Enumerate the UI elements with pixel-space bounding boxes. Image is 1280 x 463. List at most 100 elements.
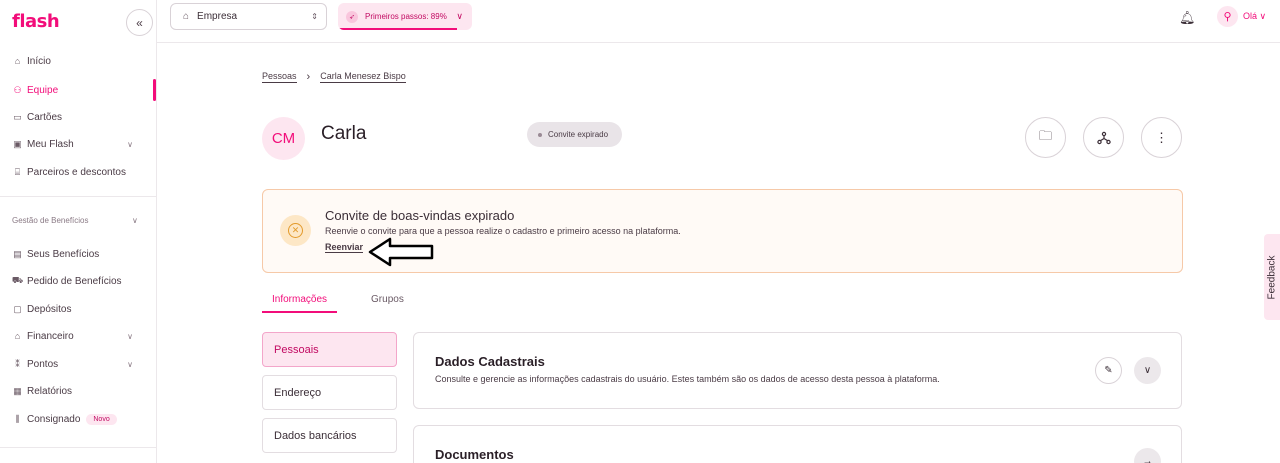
folder-button[interactable]: 🗀 (1025, 117, 1066, 158)
card-title: Dados Cadastrais (435, 354, 545, 369)
sidebar-item-seus-beneficios[interactable]: ▤ Seus Benefícios (0, 243, 157, 265)
sidebar-item-label: Pedido de Benefícios (27, 275, 122, 287)
sidebar-item-label: Financeiro (27, 330, 74, 342)
sidebar-item-pontos[interactable]: ⁑ Pontos ∨ (0, 353, 157, 375)
sidebar-item-pedido-beneficios[interactable]: ⛟ Pedido de Benefícios (0, 270, 157, 292)
sidebar-item-inicio[interactable]: ⌂ Início (0, 50, 157, 72)
dados-cadastrais-card: Dados Cadastrais Consulte e gerencie as … (413, 332, 1182, 409)
sidebar-item-cartoes[interactable]: ▭ Cartões (0, 106, 157, 128)
first-steps-label: Primeiros passos: 89% (365, 12, 447, 21)
sidebar-item-relatorios[interactable]: ▦ Relatórios (0, 380, 157, 402)
hierarchy-icon (1096, 131, 1111, 144)
chevron-down-icon[interactable]: ∨ (132, 216, 138, 225)
chevron-down-icon: ∨ (127, 139, 133, 149)
sidebar-item-label: Parceiros e descontos (27, 166, 126, 178)
rocket-icon: ➶ (346, 10, 358, 23)
arrow-right-icon: → (1142, 456, 1153, 463)
alert-description: Reenvie o convite para que a pessoa real… (325, 226, 681, 236)
more-options-button[interactable]: ⋮ (1141, 117, 1182, 158)
avatar: CM (262, 117, 305, 160)
bell-icon[interactable]: 🔔︎ (1179, 10, 1196, 26)
new-badge: Novo (86, 413, 117, 425)
chevron-down-icon: ∨ (1143, 365, 1152, 376)
sidebar-item-parceiros[interactable]: ⌸ Parceiros e descontos (0, 161, 157, 183)
user-greeting: Olá (1243, 11, 1258, 21)
people-icon: ⚇ (13, 84, 22, 95)
card-description: Consulte e gerencie as informações cadas… (435, 374, 940, 384)
sidebar-item-label: Depósitos (27, 303, 72, 315)
chevron-down-icon: ∨ (127, 359, 133, 369)
expand-button[interactable]: ∨ (1134, 357, 1161, 384)
points-icon: ⁑ (15, 358, 20, 369)
card-icon: ▭ (13, 111, 22, 122)
resend-invite-link[interactable]: Reenviar (325, 242, 364, 253)
sidebar-item-depositos[interactable]: ▢ Depósitos (0, 298, 157, 320)
first-steps-button[interactable]: ➶ Primeiros passos: 89% ∨ (338, 3, 472, 30)
documentos-card: Documentos → (413, 425, 1182, 463)
updown-icon: ⇕ (311, 12, 318, 21)
sidebar-item-label: Consignado (27, 413, 81, 425)
sidebar-item-consignado[interactable]: ⫼ Consignado Novo (0, 408, 157, 430)
menu-item-endereco[interactable]: Endereço (262, 375, 397, 410)
sidebar-item-meu-flash[interactable]: ▣ Meu Flash ∨ (0, 133, 157, 155)
status-badge: Convite expirado (527, 122, 622, 147)
sidebar-divider (0, 447, 157, 448)
menu-item-pessoais[interactable]: Pessoais (262, 332, 397, 367)
status-dot (538, 132, 542, 137)
status-label: Convite expirado (548, 130, 609, 139)
open-documents-button[interactable]: → (1134, 448, 1161, 463)
pencil-icon: ✎ (1104, 365, 1113, 376)
breadcrumb: Pessoas › Carla Menesez Bispo (262, 71, 406, 83)
alert-title: Convite de boas-vindas expirado (325, 208, 515, 223)
bank-icon: ⌂ (14, 331, 21, 341)
breadcrumb-root[interactable]: Pessoas (262, 71, 297, 83)
chevron-down-icon: ∨ (127, 331, 133, 341)
sidebar-item-label: Cartões (27, 111, 63, 123)
user-avatar[interactable]: ⚲ (1217, 6, 1238, 27)
sidebar: flash « ⌂ Início ⚇ Equipe ▭ Cartões ▣ Me… (0, 0, 157, 463)
collapse-sidebar-button[interactable]: « (126, 9, 153, 36)
sidebar-item-label: Início (27, 55, 51, 67)
flash-logo[interactable]: flash (12, 11, 60, 32)
edit-button[interactable]: ✎ (1095, 357, 1122, 384)
sidebar-item-label: Seus Benefícios (27, 248, 100, 260)
tabs: Informações Grupos (262, 294, 438, 314)
user-menu[interactable]: Olá ∨ (1243, 11, 1266, 22)
store-icon: ⌸ (14, 166, 21, 177)
chevron-down-icon: ∨ (456, 11, 463, 21)
building-icon: ⌂ (183, 11, 190, 22)
feedback-label: Feedback (1266, 255, 1278, 299)
tab-grupos[interactable]: Grupos (361, 294, 414, 313)
sidebar-item-financeiro[interactable]: ⌂ Financeiro ∨ (0, 325, 157, 347)
menu-item-dados-bancarios[interactable]: Dados bancários (262, 418, 397, 453)
warning-circle-icon: ✕ (280, 215, 311, 246)
topbar: ⌂ Empresa ⇕ ➶ Primeiros passos: 89% ∨ 🔔︎… (157, 0, 1280, 43)
card-title: Documentos (435, 447, 514, 462)
chevron-right-icon: › (306, 71, 311, 83)
report-icon: ▦ (13, 385, 22, 396)
sidebar-divider (0, 196, 157, 197)
org-chart-button[interactable] (1083, 117, 1124, 158)
wallet-icon: ▣ (13, 138, 22, 149)
app: flash « ⌂ Início ⚇ Equipe ▭ Cartões ▣ Me… (0, 0, 1280, 463)
sidebar-item-label: Relatórios (27, 385, 73, 397)
kebab-icon: ⋮ (1155, 129, 1168, 145)
company-name: Empresa (197, 11, 238, 22)
sidebar-item-label: Equipe (27, 84, 59, 96)
section-label: Gestão de Benefícios (12, 216, 89, 225)
breadcrumb-current[interactable]: Carla Menesez Bispo (320, 71, 406, 83)
cart-icon: ⛟ (11, 275, 24, 285)
gift-icon: ▤ (13, 248, 22, 259)
tab-informacoes[interactable]: Informações (262, 294, 338, 313)
first-steps-progress-bar (338, 28, 458, 30)
feedback-tab[interactable]: Feedback (1264, 234, 1280, 320)
chevron-down-icon: ∨ (1259, 11, 1267, 21)
company-select[interactable]: ⌂ Empresa ⇕ (170, 3, 327, 30)
sidebar-item-equipe[interactable]: ⚇ Equipe (0, 79, 157, 101)
sidebar-item-label: Pontos (27, 358, 59, 370)
arrow-annotation-icon (368, 237, 434, 267)
sidebar-item-label: Meu Flash (27, 138, 74, 150)
folder-icon: 🗀 (1038, 127, 1052, 143)
loan-icon: ⫼ (15, 413, 20, 424)
home-icon: ⌂ (14, 56, 21, 66)
